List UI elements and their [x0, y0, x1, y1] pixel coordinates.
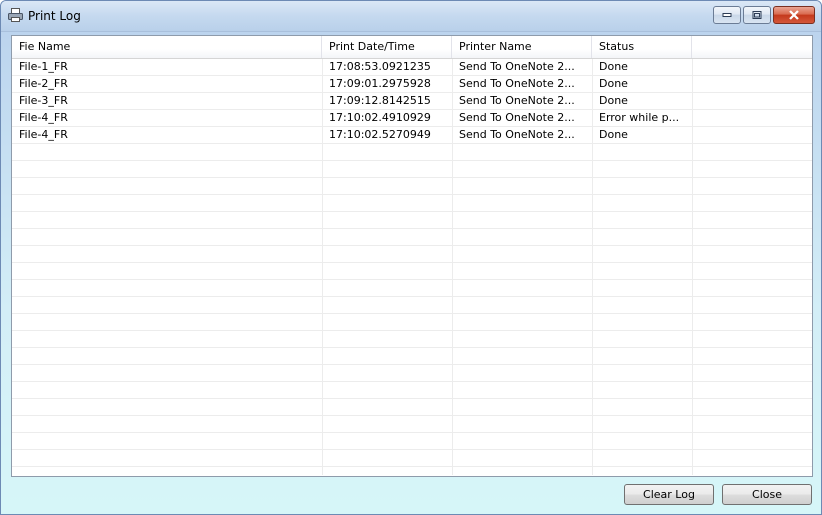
row-status: Done [599, 94, 628, 107]
empty-row [12, 416, 812, 433]
column-header-print-date-time[interactable]: Print Date/Time [322, 36, 452, 58]
table-row[interactable]: File-2_FR 17:09:01.2975928 Send To OneNote… [12, 76, 812, 93]
row-printer-name: Send To OneNote 2... [459, 77, 575, 90]
empty-row [12, 246, 812, 263]
list-rows: File-1_FR 17:08:53.0921235 Send To OneNote… [12, 59, 812, 475]
row-file-name: File-4_FR [19, 128, 68, 141]
empty-row [12, 195, 812, 212]
row-printer-name: Send To OneNote 2... [459, 94, 575, 107]
clear-log-button[interactable]: Clear Log [624, 484, 714, 505]
maximize-icon [752, 11, 762, 19]
table-row[interactable]: File-3_FR 17:09:12.8142515 Send To OneNote… [12, 93, 812, 110]
empty-row [12, 144, 812, 161]
row-file-name: File-4_FR [19, 111, 68, 124]
empty-row [12, 314, 812, 331]
close-icon [789, 10, 799, 20]
row-status: Done [599, 60, 628, 73]
empty-row [12, 263, 812, 280]
close-button[interactable]: Close [722, 484, 812, 505]
empty-row [12, 399, 812, 416]
column-header-status[interactable]: Status [592, 36, 692, 58]
table-row[interactable]: File-1_FR 17:08:53.0921235 Send To OneNote… [12, 59, 812, 76]
empty-row [12, 280, 812, 297]
row-file-name: File-1_FR [19, 60, 68, 73]
empty-row [12, 229, 812, 246]
window-title: Print Log [28, 9, 81, 23]
maximize-button[interactable] [743, 6, 771, 24]
row-printer-name: Send To OneNote 2... [459, 60, 575, 73]
print-log-list[interactable]: Fie Name Print Date/Time Printer Name St… [11, 35, 813, 477]
close-window-button[interactable] [773, 6, 815, 24]
list-header: Fie Name Print Date/Time Printer Name St… [12, 36, 812, 59]
row-print-date-time: 17:09:12.8142515 [329, 94, 431, 107]
print-log-window: Print Log Fie Name Print Date/Time Print… [0, 0, 822, 515]
empty-row [12, 178, 812, 195]
empty-row [12, 365, 812, 382]
empty-row [12, 450, 812, 467]
table-row[interactable]: File-4_FR 17:10:02.4910929 Send To OneNote… [12, 110, 812, 127]
empty-row [12, 212, 812, 229]
printer-icon [8, 8, 23, 22]
row-status: Done [599, 128, 628, 141]
empty-row [12, 331, 812, 348]
empty-row [12, 433, 812, 450]
title-bar[interactable]: Print Log [1, 1, 821, 32]
empty-row [12, 382, 812, 399]
row-printer-name: Send To OneNote 2... [459, 111, 575, 124]
row-file-name: File-2_FR [19, 77, 68, 90]
column-header-printer-name[interactable]: Printer Name [452, 36, 592, 58]
column-header-filler [692, 36, 812, 58]
column-header-file-name[interactable]: Fie Name [12, 36, 322, 58]
empty-row [12, 348, 812, 365]
empty-row [12, 161, 812, 178]
row-print-date-time: 17:10:02.5270949 [329, 128, 431, 141]
row-status: Error while p... [599, 111, 680, 124]
empty-row [12, 297, 812, 314]
row-print-date-time: 17:09:01.2975928 [329, 77, 431, 90]
row-print-date-time: 17:10:02.4910929 [329, 111, 431, 124]
minimize-icon [722, 13, 732, 17]
row-file-name: File-3_FR [19, 94, 68, 107]
row-printer-name: Send To OneNote 2... [459, 128, 575, 141]
table-row[interactable]: File-4_FR 17:10:02.5270949 Send To OneNote… [12, 127, 812, 144]
minimize-button[interactable] [713, 6, 741, 24]
row-status: Done [599, 77, 628, 90]
row-print-date-time: 17:08:53.0921235 [329, 60, 431, 73]
caption-buttons [711, 6, 815, 24]
